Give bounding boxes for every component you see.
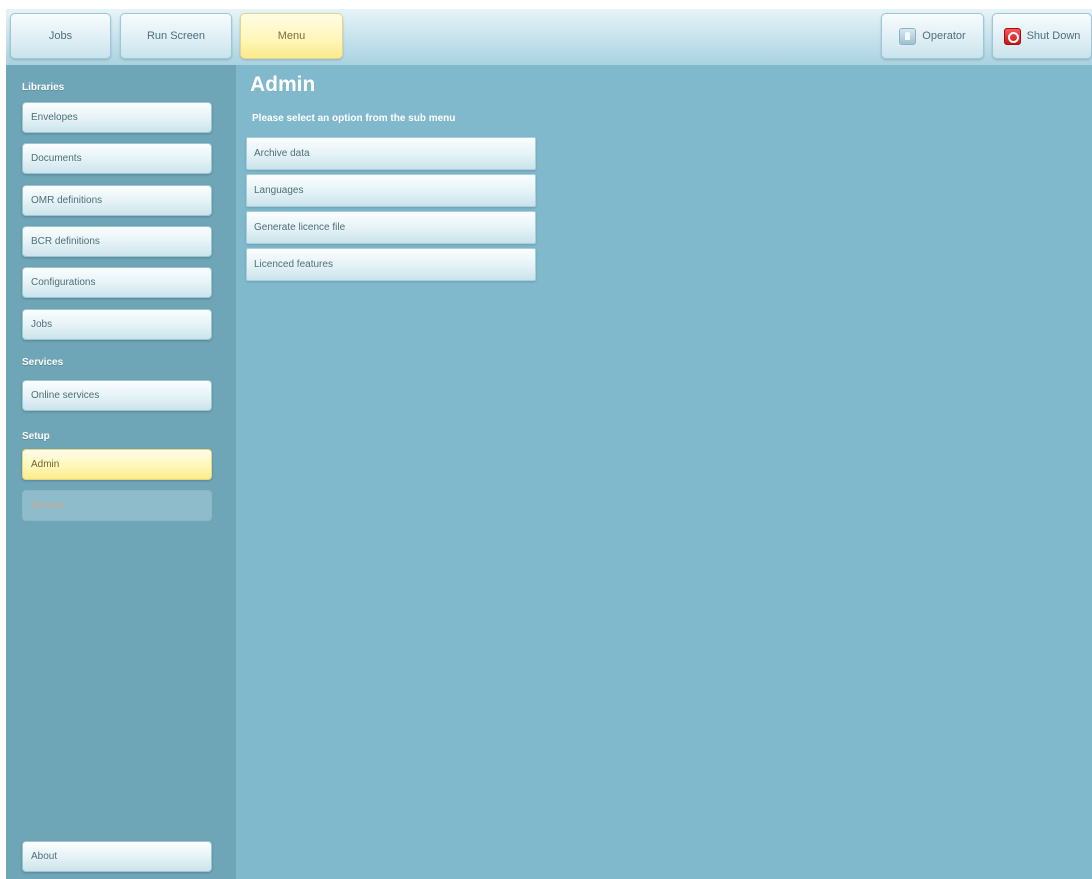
services-section-label: Services — [22, 357, 64, 368]
operator-icon — [899, 27, 917, 45]
menu-button-label: Menu — [277, 30, 306, 42]
sidebar-item-label: Jobs — [31, 319, 53, 330]
shut-down-button-label: Shut Down — [1026, 30, 1081, 42]
option-licenced-features-button[interactable]: Licenced features — [246, 248, 536, 281]
option-label: Generate licence file — [254, 222, 346, 233]
shut-down-button[interactable]: Shut Down — [992, 13, 1092, 59]
operator-button-label: Operator — [922, 30, 966, 42]
run-screen-button[interactable]: Run Screen — [120, 13, 232, 59]
option-label: Languages — [254, 185, 304, 196]
setup-section-label: Setup — [22, 431, 50, 442]
menu-button[interactable]: Menu — [240, 13, 343, 59]
run-screen-button-label: Run Screen — [146, 30, 206, 42]
sidebar-item-service: Service — [22, 490, 212, 521]
sidebar-item-admin[interactable]: Admin — [22, 449, 212, 480]
about-button-label: About — [31, 851, 58, 862]
sidebar-item-label: BCR definitions — [31, 236, 100, 247]
option-label: Archive data — [254, 148, 310, 159]
app-window: Jobs Run Screen Menu Operator Shut Down … — [0, 0, 1092, 879]
sidebar-item-configurations[interactable]: Configurations — [22, 267, 212, 298]
page-title: Admin — [250, 73, 316, 96]
main-panel: Admin Please select an option from the s… — [236, 65, 1092, 879]
sidebar: Libraries Envelopes Documents OMR defini… — [6, 65, 236, 879]
sidebar-item-label: Envelopes — [31, 112, 78, 123]
option-languages-button[interactable]: Languages — [246, 174, 536, 207]
jobs-button[interactable]: Jobs — [10, 13, 111, 59]
sidebar-item-label: Configurations — [31, 277, 96, 288]
sidebar-item-label: Online services — [31, 390, 100, 401]
option-label: Licenced features — [254, 259, 333, 270]
page-instructions: Please select an option from the sub men… — [252, 113, 456, 124]
sidebar-item-omr-definitions[interactable]: OMR definitions — [22, 185, 212, 216]
operator-button[interactable]: Operator — [881, 13, 984, 59]
sidebar-item-envelopes[interactable]: Envelopes — [22, 102, 212, 133]
power-icon — [1003, 27, 1021, 45]
sidebar-item-label: Documents — [31, 153, 82, 164]
libraries-section-label: Libraries — [22, 82, 65, 93]
sidebar-item-online-services[interactable]: Online services — [22, 380, 212, 411]
sidebar-item-label: Admin — [31, 459, 60, 470]
option-archive-data-button[interactable]: Archive data — [246, 137, 536, 170]
sidebar-item-documents[interactable]: Documents — [22, 143, 212, 174]
sidebar-item-jobs[interactable]: Jobs — [22, 309, 212, 340]
jobs-button-label: Jobs — [48, 30, 73, 42]
sidebar-item-label: Service — [31, 500, 65, 511]
top-toolbar: Jobs Run Screen Menu Operator Shut Down — [6, 9, 1092, 65]
sidebar-item-bcr-definitions[interactable]: BCR definitions — [22, 226, 212, 257]
option-generate-licence-file-button[interactable]: Generate licence file — [246, 211, 536, 244]
sidebar-item-label: OMR definitions — [31, 195, 103, 206]
about-button[interactable]: About — [22, 841, 212, 872]
